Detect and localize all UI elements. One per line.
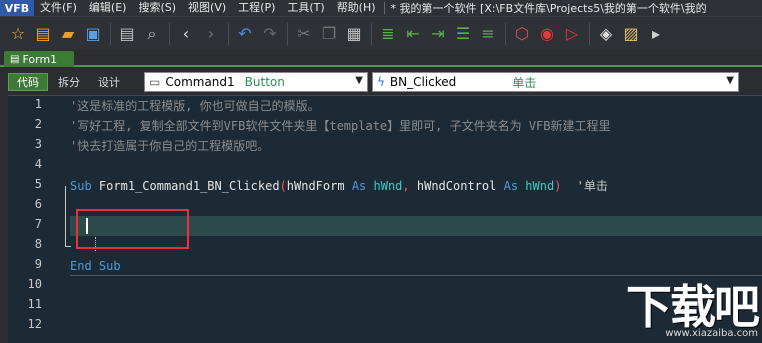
line-number: 11 bbox=[27, 297, 42, 311]
lightning-icon: ϟ bbox=[377, 75, 385, 89]
control-selector[interactable]: ▭ Command1 Button ▼ bbox=[144, 72, 368, 92]
line-number: 2 bbox=[34, 117, 42, 131]
line-number-gutter: 1 2 3 4 5 6 7 8 9 10 11 12 bbox=[8, 96, 60, 343]
paste-icon[interactable]: ▦ bbox=[342, 22, 366, 46]
toolbar-separator bbox=[505, 22, 506, 45]
open-folder-icon[interactable]: ▰ bbox=[56, 22, 80, 46]
line-number: 8 bbox=[34, 237, 42, 251]
inline-comment: '单击 bbox=[576, 179, 608, 193]
menu-project[interactable]: 工程(P) bbox=[232, 0, 281, 16]
list-icon[interactable]: ☰ bbox=[451, 22, 475, 46]
chevron-down-icon: ▼ bbox=[726, 75, 734, 86]
tab-form1[interactable]: ▤ Form1 bbox=[4, 51, 74, 67]
toolbar-separator bbox=[169, 22, 170, 45]
menu-edit[interactable]: 编辑(E) bbox=[83, 0, 133, 16]
debug-run-icon[interactable]: ▷ bbox=[560, 22, 584, 46]
button-control-icon: ▭ bbox=[149, 75, 161, 89]
outdent-icon[interactable]: ⇤ bbox=[401, 22, 425, 46]
undo-icon[interactable]: ↶ bbox=[233, 22, 257, 46]
redo-icon[interactable]: ↷ bbox=[258, 22, 282, 46]
code-line-2: '写好工程, 复制全部文件到VFB软件文件夹里【template】里即可, 子文… bbox=[70, 119, 611, 133]
event-name: BN_Clicked bbox=[389, 75, 457, 89]
type-hwnd: hWnd bbox=[525, 179, 555, 193]
menu-file[interactable]: 文件(F) bbox=[34, 0, 83, 16]
star-icon[interactable]: ☆ bbox=[6, 22, 30, 46]
comment-icon[interactable]: ⇥ bbox=[426, 22, 450, 46]
code-line-5: Sub Form1_Command1_BN_Clicked(hWndForm A… bbox=[70, 176, 608, 196]
split-view-button[interactable]: 拆分 bbox=[50, 73, 88, 91]
highlight-annotation-box bbox=[76, 209, 189, 249]
code-line-9: End Sub bbox=[70, 256, 121, 276]
line-number: 7 bbox=[34, 217, 42, 231]
line-number: 1 bbox=[34, 97, 42, 111]
param-hwndcontrol: hWndControl bbox=[416, 179, 497, 193]
line-number: 9 bbox=[34, 257, 42, 271]
line-number: 6 bbox=[34, 197, 42, 211]
control-type: Button bbox=[244, 75, 285, 89]
image-icon[interactable]: ▨ bbox=[619, 22, 643, 46]
document-tab-bar: ▤ Form1 bbox=[0, 50, 762, 67]
procedure-separator bbox=[70, 275, 762, 276]
keyword-end: End bbox=[70, 259, 92, 273]
fold-guide-end bbox=[65, 246, 71, 247]
menu-bar: VFB 文件(F) 编辑(E) 搜索(S) 视图(V) 工程(P) 工具(T) … bbox=[0, 0, 762, 16]
toolbar-separator bbox=[110, 22, 111, 45]
layers-icon[interactable]: ◈ bbox=[594, 22, 618, 46]
line-number: 10 bbox=[27, 277, 42, 291]
keyword-as: As bbox=[351, 179, 367, 193]
sub-name: Form1_Command1_BN_Clicked bbox=[98, 179, 280, 193]
back-icon[interactable]: ‹ bbox=[174, 22, 198, 46]
code-view-button[interactable]: 代码 bbox=[8, 73, 48, 91]
view-bar: 代码 拆分 设计 ▭ Command1 Button ▼ ϟ BN_Clicke… bbox=[0, 69, 762, 95]
design-view-button[interactable]: 设计 bbox=[90, 73, 128, 91]
close-paren: ) bbox=[554, 179, 562, 193]
cut-icon[interactable]: ✂ bbox=[292, 22, 316, 46]
watermark: 下载吧 www.xiazaiba.com bbox=[626, 280, 760, 339]
uncomment-icon[interactable]: ≡ bbox=[476, 22, 500, 46]
save-icon[interactable]: ▣ bbox=[81, 22, 105, 46]
keyword-as: As bbox=[503, 179, 519, 193]
forward-icon[interactable]: › bbox=[199, 22, 223, 46]
line-number: 5 bbox=[34, 177, 42, 191]
tab-form1-label: Form1 bbox=[22, 52, 58, 66]
menu-tools[interactable]: 工具(T) bbox=[281, 0, 330, 16]
form-icon: ▤ bbox=[10, 53, 20, 65]
run-icon[interactable]: ◉ bbox=[535, 22, 559, 46]
event-description: 单击 bbox=[512, 75, 537, 90]
type-hwnd: hWnd bbox=[373, 179, 403, 193]
line-number: 4 bbox=[34, 157, 42, 171]
open-paren: ( bbox=[279, 179, 287, 193]
code-line-3: '快去打造属于你自己的工程模版吧。 bbox=[70, 139, 270, 153]
keyword-sub: Sub bbox=[98, 259, 121, 273]
copy-icon[interactable]: ❐ bbox=[317, 22, 341, 46]
comma: , bbox=[402, 179, 410, 193]
menu-view[interactable]: 视图(V) bbox=[182, 0, 232, 16]
toolbar-separator bbox=[371, 22, 372, 45]
line-number: 3 bbox=[34, 137, 42, 151]
window-title: * 我的第一个软件 [X:\FB文件库\Projects5\我的第一个软件\我的 bbox=[390, 2, 707, 15]
menu-separator bbox=[383, 2, 385, 14]
fold-guide bbox=[65, 186, 66, 246]
more-icon[interactable]: ▸ bbox=[644, 22, 668, 46]
toolbar: ☆ ▤ ▰ ▣ ▤ ⌕ ‹ › ↶ ↷ ✂ ❐ ▦ ≣ ⇤ ⇥ ☰ ≡ ⬡ ◉ ▷ ◈ ▨ ▸ bbox=[0, 16, 762, 50]
menu-search[interactable]: 搜索(S) bbox=[132, 0, 182, 16]
line-number: 12 bbox=[27, 317, 42, 331]
find-icon[interactable]: ⌕ bbox=[140, 22, 164, 46]
keyword-sub: Sub bbox=[70, 179, 92, 193]
toolbar-separator bbox=[589, 22, 590, 45]
event-selector[interactable]: ϟ BN_Clicked 单击 ▼ bbox=[372, 72, 739, 92]
indent-icon[interactable]: ≣ bbox=[376, 22, 400, 46]
chevron-down-icon: ▼ bbox=[355, 75, 363, 86]
print-preview-icon[interactable]: ▤ bbox=[115, 22, 139, 46]
code-line-1: '这是标准的工程模版, 你也可做自己的模版。 bbox=[70, 99, 320, 113]
compile-icon[interactable]: ⬡ bbox=[510, 22, 534, 46]
watermark-logo: 下载吧 bbox=[626, 280, 760, 334]
param-hwndform: hWndForm bbox=[286, 179, 345, 193]
menu-help[interactable]: 帮助(H) bbox=[331, 0, 382, 16]
new-file-icon[interactable]: ▤ bbox=[31, 22, 55, 46]
control-name: Command1 bbox=[165, 75, 235, 89]
toolbar-separator bbox=[287, 22, 288, 45]
app-logo: VFB bbox=[0, 0, 34, 16]
toolbar-separator bbox=[228, 22, 229, 45]
